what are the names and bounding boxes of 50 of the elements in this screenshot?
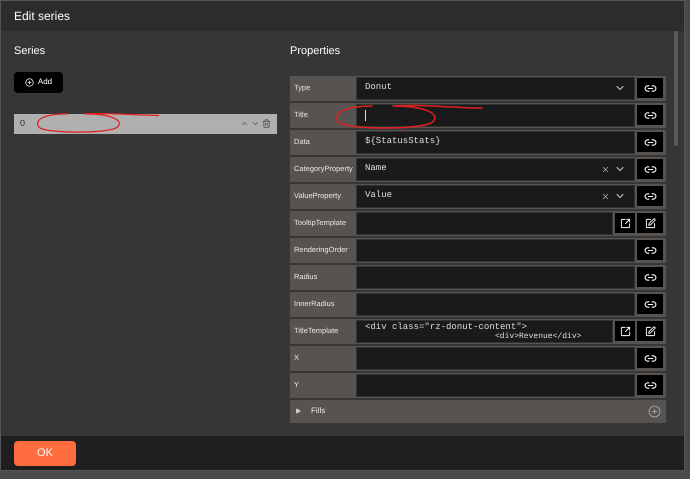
binding-button[interactable] xyxy=(637,105,663,125)
binding-button[interactable] xyxy=(637,78,663,98)
scrollbar[interactable] xyxy=(674,31,678,146)
binding-button[interactable] xyxy=(637,294,663,314)
add-icon xyxy=(24,78,34,86)
dropdown-value: Value xyxy=(365,189,394,202)
fills-label: Fills xyxy=(311,405,326,417)
move-down-icon[interactable] xyxy=(251,119,260,128)
section-heading: Series xyxy=(14,44,46,59)
series-item[interactable]: 0 xyxy=(14,114,277,134)
edit-button[interactable] xyxy=(637,213,663,233)
edit-button[interactable] xyxy=(637,321,663,341)
input-field[interactable] xyxy=(356,104,635,126)
dropdown-field[interactable]: Name xyxy=(356,158,635,180)
dropdown-value: Donut xyxy=(365,81,394,94)
series-label: 0 xyxy=(20,116,26,130)
add-fill-icon[interactable] xyxy=(648,404,661,418)
open-editor-button[interactable] xyxy=(615,213,635,233)
open-editor-button[interactable] xyxy=(615,321,635,341)
template-line: <div class="rz-donut-content"> xyxy=(365,322,528,332)
input-field[interactable] xyxy=(356,292,635,316)
external-link-icon xyxy=(620,326,630,336)
input-field[interactable] xyxy=(356,346,635,370)
input-value: ${StatusStats} xyxy=(365,135,441,148)
dropdown-value: Name xyxy=(365,162,388,176)
dropdown-field[interactable]: Value xyxy=(356,184,635,208)
input-field[interactable] xyxy=(356,238,635,262)
binding-button[interactable] xyxy=(637,348,663,368)
section-heading: Properties xyxy=(290,44,342,59)
template-field[interactable] xyxy=(356,212,613,234)
edit-icon xyxy=(644,326,656,336)
fills-row[interactable]: Fills xyxy=(290,400,666,422)
edit-icon xyxy=(644,218,656,228)
template-field[interactable]: <div class="rz-donut-content"> <div>Revenue</div> xyxy=(356,320,613,342)
delete-icon[interactable] xyxy=(262,119,271,128)
template-line: <div>Revenue</div> xyxy=(494,332,582,340)
input-field[interactable] xyxy=(356,266,635,288)
binding-button[interactable] xyxy=(637,159,663,179)
input-field[interactable]: ${StatusStats} xyxy=(356,130,635,154)
binding-button[interactable] xyxy=(637,132,663,152)
window-title: Edit series xyxy=(14,8,70,25)
binding-button[interactable] xyxy=(637,375,663,395)
dropdown-field[interactable]: Donut xyxy=(356,76,635,100)
input-field[interactable] xyxy=(356,374,635,396)
external-link-icon xyxy=(620,218,630,228)
binding-button[interactable] xyxy=(637,267,663,287)
binding-button[interactable] xyxy=(637,186,663,206)
binding-button[interactable] xyxy=(637,240,663,260)
move-up-icon[interactable] xyxy=(240,119,249,128)
add-button[interactable]: Add xyxy=(14,72,63,92)
